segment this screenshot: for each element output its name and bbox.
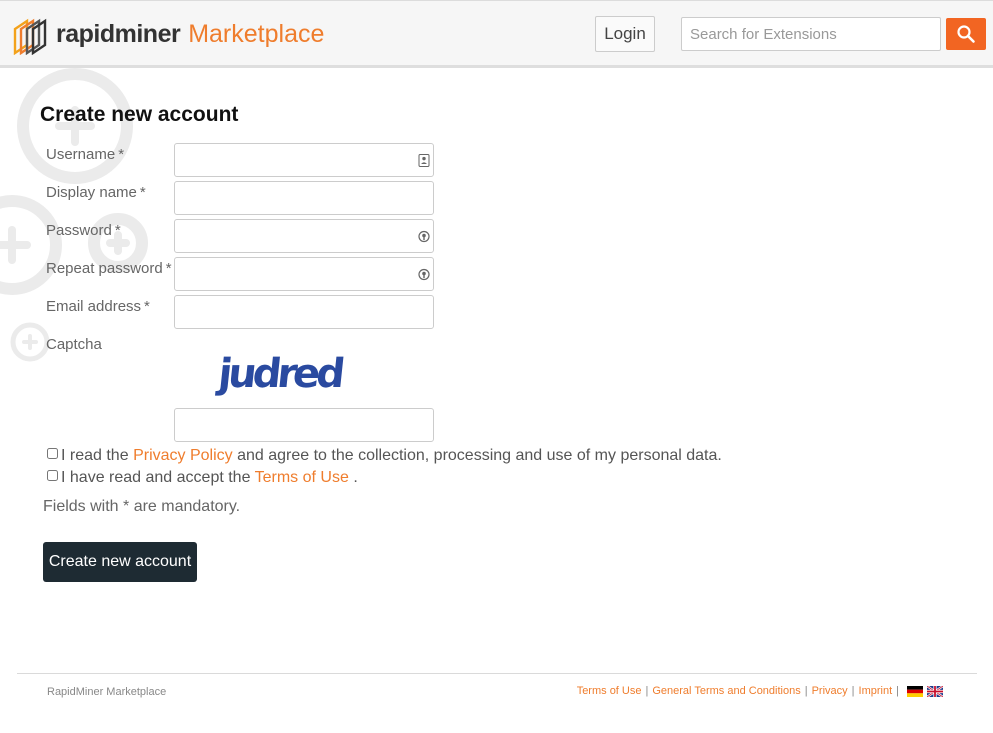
privacy-consent-row: I read the Privacy Policy and agree to t… [47, 447, 722, 465]
password-key-icon[interactable] [418, 230, 430, 243]
terms-consent-row: I have read and accept the Terms of Use … [47, 469, 358, 487]
password-key-icon[interactable] [418, 268, 430, 281]
create-account-button[interactable]: Create new account [43, 542, 197, 582]
login-button[interactable]: Login [595, 16, 655, 52]
contact-card-icon[interactable] [418, 154, 430, 167]
display-name-label: Display name * [46, 184, 146, 201]
footer-imprint-link[interactable]: Imprint [859, 685, 893, 697]
privacy-checkbox[interactable] [47, 448, 58, 459]
footer-general-terms-link[interactable]: General Terms and Conditions [652, 685, 800, 697]
search-icon [957, 25, 975, 43]
search-button[interactable] [946, 18, 986, 50]
terms-checkbox[interactable] [47, 470, 58, 481]
privacy-policy-link[interactable]: Privacy Policy [133, 447, 233, 464]
brand-name: rapidminer [56, 20, 181, 48]
username-field[interactable] [174, 143, 434, 177]
brand-suffix: Marketplace [188, 20, 325, 48]
mandatory-note: Fields with * are mandatory. [43, 498, 241, 515]
password-field[interactable] [174, 219, 434, 253]
search-input[interactable] [681, 17, 941, 51]
footer-brand: RapidMiner Marketplace [47, 686, 167, 698]
footer-privacy-link[interactable]: Privacy [812, 685, 848, 697]
uk-flag-icon[interactable] [927, 685, 943, 697]
email-field[interactable] [174, 295, 434, 329]
repeat-password-field[interactable] [174, 257, 434, 291]
rapidminer-logo-icon[interactable] [13, 15, 49, 55]
page-title: Create new account [40, 103, 239, 126]
captcha-input[interactable] [174, 408, 434, 442]
password-label: Password * [46, 222, 121, 239]
footer-divider [17, 673, 977, 674]
terms-of-use-link[interactable]: Terms of Use [255, 469, 349, 486]
german-flag-icon[interactable] [907, 685, 923, 697]
captcha-text: judred [214, 351, 344, 397]
captcha-image: judred [214, 351, 344, 397]
footer-links: Terms of Use | General Terms and Conditi… [577, 685, 943, 697]
top-header: rapidminer Marketplace Login [0, 0, 993, 68]
email-label: Email address * [46, 298, 150, 315]
footer-terms-link[interactable]: Terms of Use [577, 685, 642, 697]
brand-wordmark[interactable]: rapidminer Marketplace [56, 19, 324, 49]
display-name-field[interactable] [174, 181, 434, 215]
username-label: Username * [46, 146, 125, 163]
captcha-label: Captcha [46, 336, 102, 353]
repeat-password-label: Repeat password * [46, 260, 172, 277]
